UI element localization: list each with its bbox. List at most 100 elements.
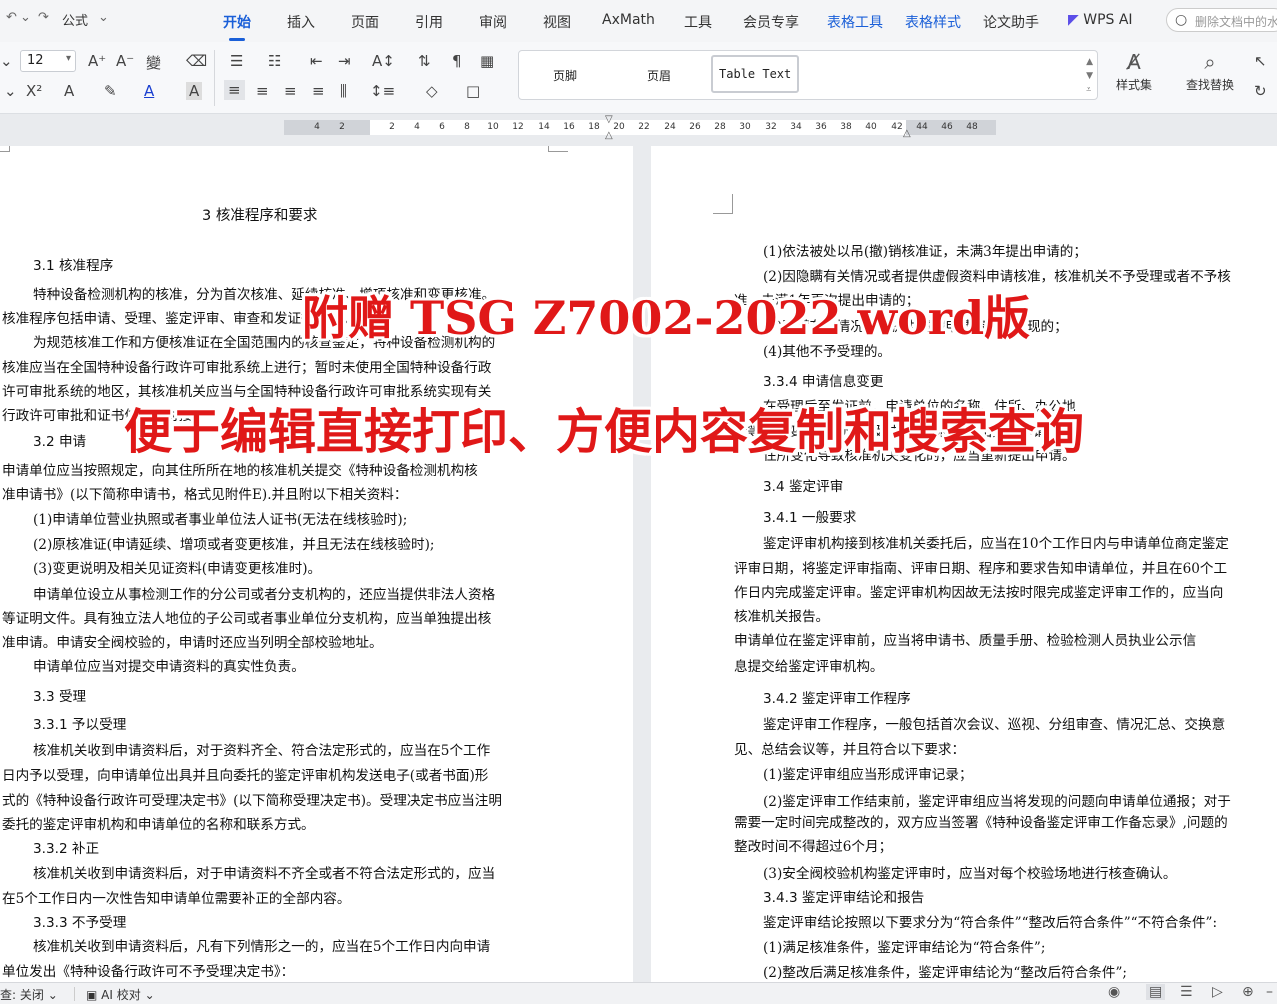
ruler-tick-label: 14 — [538, 122, 550, 132]
font-name-dropdown-icon[interactable]: ⌄ — [0, 52, 13, 70]
chevron-down-icon[interactable]: ⌄ — [98, 10, 109, 25]
proofread-toggle[interactable]: 查: 关闭 ⌄ — [0, 986, 58, 1003]
right-page-text-line: 鉴定评审结论按照以下要求分为“符合条件”“整改后符合条件”“不符合条件”: — [763, 915, 1218, 931]
char-shading-icon[interactable]: A — [186, 82, 203, 100]
show-marks-icon[interactable]: ¶ — [452, 52, 462, 70]
left-page-text-line: 委托的鉴定评审机构和申请单位的名称和联系方式。 — [2, 817, 315, 833]
hanging-indent-icon[interactable]: △ — [605, 130, 613, 141]
find-replace-label: 查找替换 — [1185, 78, 1234, 92]
ribbon-divider — [214, 50, 215, 106]
distributed-align-icon[interactable]: ⫼ — [340, 82, 347, 100]
shrink-font-icon[interactable]: A⁻ — [116, 52, 134, 70]
left-page-heading: 3.3 受理 — [33, 689, 87, 705]
grow-font-icon[interactable]: A⁺ — [88, 52, 106, 70]
right-page-heading: 3.3.4 申请信息变更 — [763, 374, 884, 390]
tab-paper-assistant[interactable]: 论文助手 — [983, 12, 1039, 32]
shading-icon[interactable]: ◇ — [426, 82, 438, 100]
play-icon[interactable]: ▷ — [1212, 984, 1223, 1000]
font-size-value: 12 — [27, 53, 44, 68]
tab-table-style[interactable]: 表格样式 — [905, 12, 961, 32]
promo-overlay-line1: 附赠 TSG Z7002-2022 word版 — [302, 291, 1031, 345]
font-size-select[interactable]: 12 ▾ — [20, 50, 76, 72]
align-center-icon[interactable]: ≡ — [256, 82, 269, 100]
ruler-tick-label: 22 — [638, 122, 650, 132]
tab-insert[interactable]: 插入 — [287, 12, 315, 32]
search-icon: ○ — [1175, 12, 1188, 28]
tab-member[interactable]: 会员专享 — [743, 12, 799, 32]
left-page-text-line: 准申请。申请安全阀校验的，申请时还应当列明全部校验地址。 — [2, 635, 383, 651]
chevron-down-icon: ⌄ — [144, 988, 155, 1002]
undo-icon[interactable]: ↶ — [6, 10, 17, 25]
document-page-left[interactable]: 3 核准程序和要求 3.1 核准程序 特种设备检测机构的核准，分为首次核准、延续核准… — [0, 146, 633, 982]
justify-icon[interactable]: ≡ — [312, 82, 325, 100]
ai-check-toggle[interactable]: ▣ AI 校对 ⌄ — [86, 986, 155, 1003]
styles-button[interactable]: A̸ 样式集 — [1104, 50, 1164, 93]
text-effect-icon[interactable]: A — [64, 82, 74, 100]
style-header[interactable]: 页眉 — [647, 67, 671, 84]
right-indent-icon[interactable]: △ — [903, 128, 911, 139]
redo-icon[interactable]: ↷ — [38, 10, 49, 25]
sort-icon[interactable]: ⇅ — [418, 52, 431, 70]
align-left-icon[interactable]: ≡ — [224, 80, 245, 100]
ruler-tick-label: 46 — [941, 122, 953, 132]
dropdown-icon[interactable]: ⌄ — [20, 10, 31, 25]
page-view-icon[interactable]: ▤ — [1146, 984, 1166, 1000]
status-bar: 查: 关闭 ⌄ ▣ AI 校对 ⌄ ◉ ▤ ☰ ▷ ⊕ – — [0, 982, 1277, 1004]
ruler-tick-label: 16 — [563, 122, 575, 132]
clear-format-icon[interactable]: ⌫ — [186, 52, 207, 70]
tab-axmath[interactable]: AxMath — [602, 12, 655, 28]
right-page-heading: 3.4 鉴定评审 — [763, 479, 844, 495]
expand-icon[interactable]: ⩡ — [1086, 83, 1093, 97]
font-color-icon[interactable]: A — [144, 82, 154, 100]
align-right-icon[interactable]: ≡ — [284, 82, 297, 100]
table-grid-icon[interactable]: ▦ — [480, 52, 494, 70]
increase-indent-icon[interactable]: ⇥ — [338, 52, 351, 70]
refresh-icon[interactable]: ↻ — [1254, 82, 1267, 100]
tab-tools[interactable]: 工具 — [684, 12, 712, 32]
chevron-down-icon[interactable]: ▼ — [1086, 69, 1093, 83]
superscript-icon[interactable]: X² — [26, 82, 42, 100]
wps-ai-label: WPS AI — [1083, 12, 1133, 28]
border-icon[interactable]: □ — [466, 82, 480, 100]
proofread-label: 查: 关闭 — [0, 988, 44, 1002]
ruler-tick-label: 24 — [664, 122, 676, 132]
web-view-icon[interactable]: ⊕ — [1242, 984, 1254, 1000]
chevron-up-icon[interactable]: ▲ — [1086, 55, 1093, 69]
select-icon[interactable]: ↖ — [1254, 52, 1267, 70]
tab-references[interactable]: 引用 — [415, 12, 443, 32]
document-page-right[interactable]: (1)依法被处以吊(撤)销核准证，未满3年提出申请的； (2)因隐瞒有关情况或者提… — [651, 146, 1277, 982]
line-spacing-icon[interactable]: ↕≡ — [370, 82, 395, 100]
right-page-text-line: (1)鉴定评审组应当形成评审记录； — [763, 767, 973, 783]
styles-icon: A̸ — [1127, 50, 1141, 74]
style-footer[interactable]: 页脚 — [553, 67, 577, 84]
tab-home[interactable]: 开始 — [223, 12, 251, 41]
left-page-text-line: 等证明文件。具有独立法人地位的子公司或者事业单位分支机构，应当单独提出核 — [2, 611, 492, 627]
right-page-text-line: 作日内完成鉴定评审。鉴定评审机构因故无法按时限完成鉴定评审工作的，应当向 — [734, 585, 1224, 601]
numbered-list-icon[interactable]: ☷ — [268, 52, 281, 70]
format-label[interactable]: 公式 — [62, 10, 88, 29]
left-page-text-line: 准申请书》(以下简称申请书，格式见附件E).并且附以下相关资料： — [2, 487, 408, 503]
ruler-tick-label: 20 — [613, 122, 625, 132]
gallery-scroll[interactable]: ▲ ▼ ⩡ — [1086, 55, 1093, 97]
search-input[interactable]: ○ 删除文档中的水 — [1166, 8, 1277, 32]
eye-icon[interactable]: ◉ — [1108, 984, 1120, 1000]
zoom-icon[interactable]: – — [1266, 984, 1273, 1000]
left-page-text-line: 核准机关收到申请资料后，对于申请资料不齐全或者不符合法定形式的，应当 — [33, 866, 496, 882]
style-table-text[interactable]: Table Text — [711, 55, 799, 93]
tab-table-tools[interactable]: 表格工具 — [827, 12, 883, 32]
phonetic-guide-icon[interactable]: 變 — [146, 52, 161, 73]
bullet-list-icon[interactable]: ☰ — [230, 52, 243, 70]
decrease-indent-icon[interactable]: ⇤ — [310, 52, 323, 70]
right-page-heading: 3.4.1 一般要求 — [763, 510, 857, 526]
tab-wps-ai[interactable]: ◤ WPS AI — [1068, 12, 1133, 28]
text-direction-icon[interactable]: A↕ — [372, 52, 395, 70]
tab-page[interactable]: 页面 — [351, 12, 379, 32]
ruler-tick-label: 4 — [414, 122, 420, 132]
find-replace-button[interactable]: ⌕ 查找替换 — [1180, 50, 1240, 93]
indent-marker-icon[interactable]: ▽ — [605, 114, 613, 125]
tab-view[interactable]: 视图 — [543, 12, 571, 32]
tab-review[interactable]: 审阅 — [479, 12, 507, 32]
case-dropdown-icon[interactable]: ⌄ — [4, 82, 17, 100]
highlight-icon[interactable]: ✎ — [104, 82, 117, 100]
outline-view-icon[interactable]: ☰ — [1180, 984, 1193, 1000]
